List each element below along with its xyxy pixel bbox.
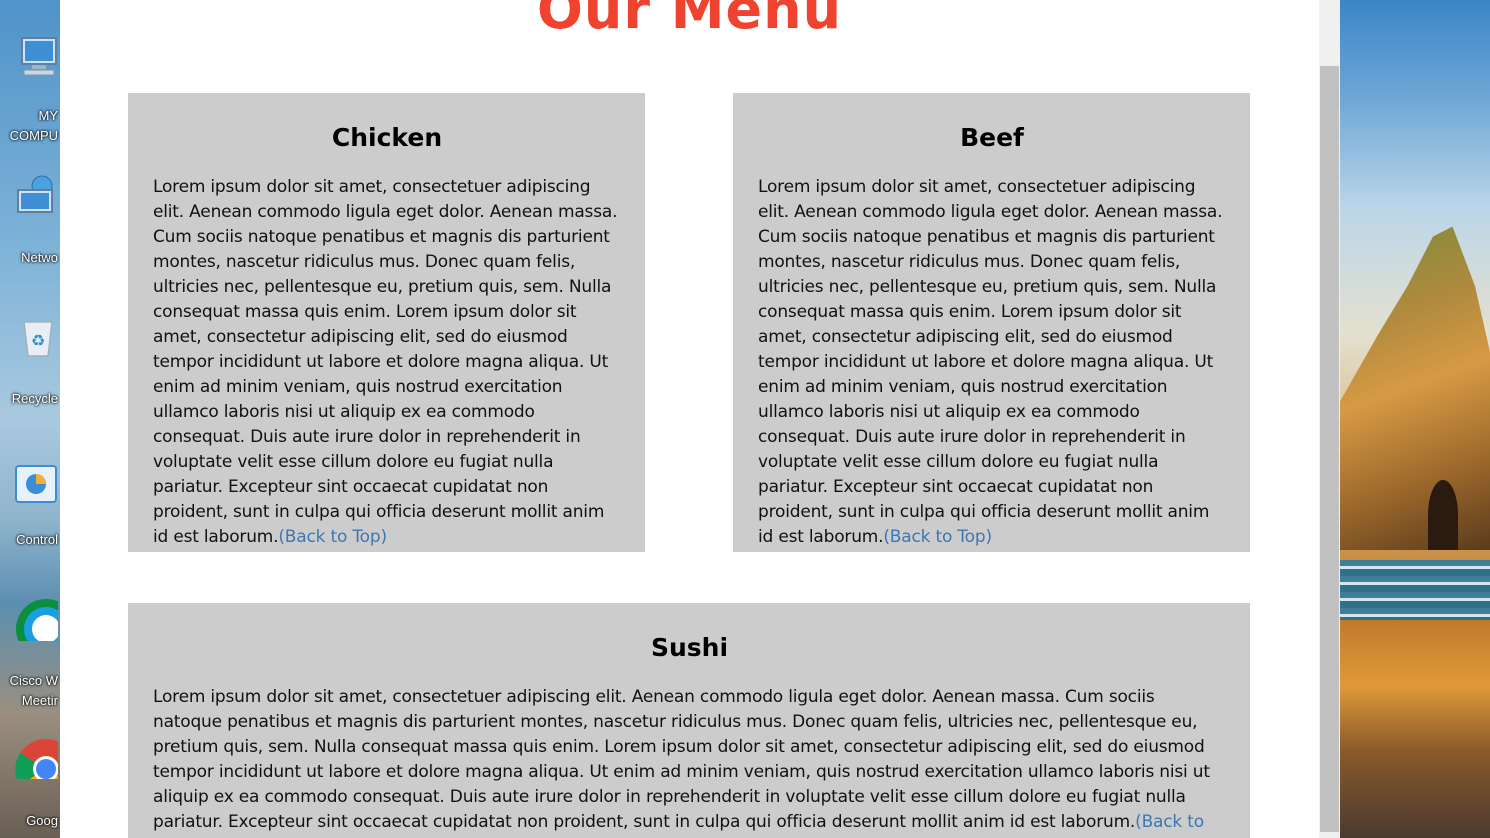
desktop-icon-label: Cisco W (9, 673, 58, 688)
menu-card-title: Sushi (650, 633, 729, 662)
menu-card-text: Lorem ipsum dolor sit amet, consectetuer… (153, 685, 1226, 838)
menu-card-text: Lorem ipsum dolor sit amet, consectetuer… (758, 175, 1226, 550)
chrome-icon (15, 739, 58, 779)
menu-card-sushi: Sushi Lorem ipsum dolor sit amet, consec… (128, 603, 1250, 838)
wallpaper-rock (1340, 226, 1490, 550)
wallpaper-waves (1340, 560, 1490, 620)
desktop-icon-label: Goog (26, 813, 58, 828)
desktop-icon-label: COMPU (9, 128, 58, 143)
desktop-wallpaper (1340, 0, 1490, 838)
back-to-top-link[interactable]: (Back to Top) (278, 527, 387, 547)
desktop-icon-my-computer[interactable]: MY COMPU (0, 30, 60, 150)
vertical-scrollbar[interactable] (1319, 0, 1340, 838)
network-icon (17, 175, 53, 213)
desktop-icon-label: MY (38, 108, 59, 123)
menu-card-body: Lorem ipsum dolor sit amet, consectetuer… (758, 177, 1223, 547)
control-panel-icon (15, 465, 57, 503)
desktop-icon-network[interactable]: Netwo (0, 170, 60, 270)
menu-card-beef: Beef Lorem ipsum dolor sit amet, consect… (733, 93, 1250, 552)
menu-card-title: Beef (960, 123, 1024, 152)
menu-card-text: Lorem ipsum dolor sit amet, consectetuer… (153, 175, 621, 550)
web-page: Our Menu Chicken Lorem ipsum dolor sit a… (60, 0, 1319, 838)
desktop-left: MY COMPU Netwo ♻ Recycle Control Cisco W (0, 0, 60, 838)
desktop-icon-label: Meetir (21, 693, 58, 708)
menu-card-title: Chicken (331, 123, 443, 152)
desktop-icon-label: Netwo (21, 250, 58, 265)
computer-icon (21, 37, 57, 76)
wallpaper-beach (1340, 620, 1490, 838)
desktop-icon-label: Recycle (11, 391, 58, 406)
desktop-icon-label: Control (16, 532, 58, 547)
desktop-icon-google-chrome[interactable]: Goog (0, 735, 60, 838)
cisco-webex-icon (16, 599, 58, 641)
back-to-top-link[interactable]: (Back to Top) (883, 527, 992, 547)
menu-card-body: Lorem ipsum dolor sit amet, consectetuer… (153, 177, 618, 547)
menu-card-chicken: Chicken Lorem ipsum dolor sit amet, cons… (128, 93, 645, 552)
desktop-icon-cisco-webex[interactable]: Cisco W Meetir (0, 595, 60, 715)
desktop-icon-recycle-bin[interactable]: ♻ Recycle (0, 310, 60, 410)
recycle-bin-icon: ♻ (23, 321, 53, 357)
svg-text:♻: ♻ (31, 331, 45, 350)
desktop-icon-control-panel[interactable]: Control (0, 460, 60, 560)
page-title: Our Menu (536, 0, 843, 41)
scrollbar-thumb[interactable] (1320, 66, 1339, 832)
menu-card-body: Lorem ipsum dolor sit amet, consectetuer… (153, 687, 1210, 832)
wallpaper-rock-arch (1428, 480, 1458, 550)
